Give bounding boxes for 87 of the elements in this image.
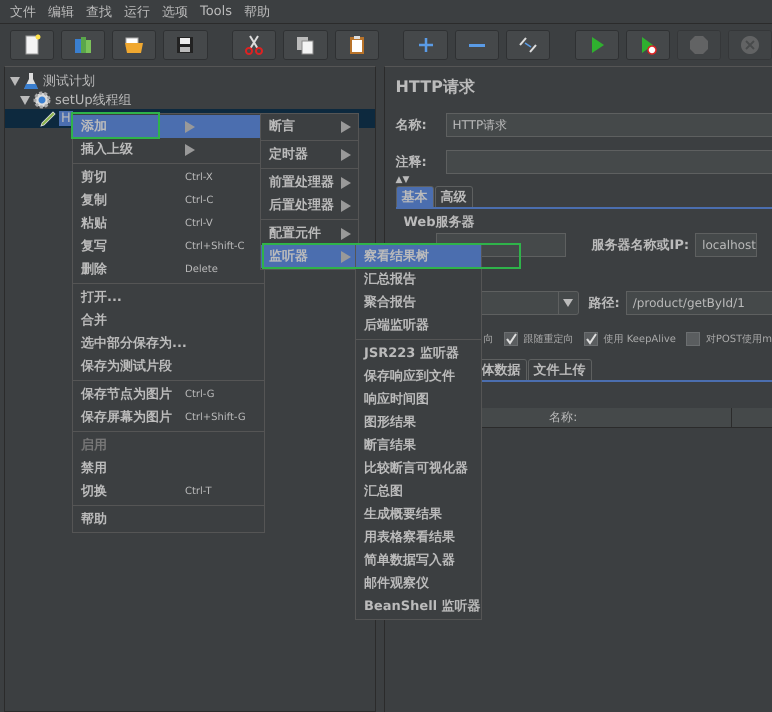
tab[interactable]: 文件上传 [528, 359, 592, 380]
collapse-toggle[interactable]: ▲▼ [396, 174, 772, 186]
menu-item[interactable]: 汇总报告 [356, 268, 481, 291]
menu-item[interactable]: 后端监听器 [356, 314, 481, 337]
menu-item[interactable]: 汇总图 [356, 480, 481, 503]
server-field[interactable]: localhost [695, 233, 758, 257]
scissors-icon [243, 34, 266, 56]
menu-item[interactable]: 配置元件 [261, 222, 358, 245]
expand-arrow-icon[interactable] [9, 74, 21, 86]
stop-sign-icon [688, 34, 710, 56]
menu-item[interactable]: 响应时间图 [356, 388, 481, 411]
menu-item[interactable]: 剪切 Ctrl-X [73, 166, 264, 189]
toolbar-button[interactable] [232, 30, 276, 60]
checkbox[interactable]: 对POST使用m [686, 332, 772, 346]
toolbar-button[interactable] [61, 30, 106, 60]
submenu-arrow-icon [341, 228, 351, 240]
menu-item[interactable]: 后置处理器 [261, 194, 358, 217]
caret-down-icon [563, 299, 574, 307]
menu-item[interactable]: BeanShell 监听器 [356, 595, 481, 618]
submenu-arrow-icon [185, 120, 195, 132]
menu-item[interactable]: 简单数据写入器 [356, 549, 481, 572]
menu-item[interactable]: 合并 [73, 309, 264, 332]
submenu-arrow-icon [341, 250, 351, 262]
menu-item[interactable]: 删除 Delete [73, 258, 264, 281]
menu-item[interactable]: 聚合报告 [356, 291, 481, 314]
tree-node-label[interactable]: setUp线程组 [53, 90, 134, 108]
submenu-arrow-icon [341, 148, 351, 160]
menu-item[interactable]: 打开... [73, 286, 264, 309]
menu-item[interactable]: 复制 Ctrl-C [73, 189, 264, 212]
menu-item[interactable]: 定时器 [261, 143, 358, 166]
expand-arrow-icon[interactable] [19, 94, 31, 106]
name-field[interactable]: HTTP请求 [446, 113, 772, 137]
toolbar-button[interactable] [112, 30, 156, 60]
copy-icon [294, 34, 316, 56]
menu-item[interactable]: 保存为测试片段 [73, 355, 264, 378]
minus-icon [468, 44, 485, 46]
tab[interactable]: 高级 [434, 186, 473, 207]
group-legend: Web服务器 [404, 213, 772, 229]
menu-item[interactable]: 粘贴 Ctrl-V [73, 212, 264, 235]
toolbar-button[interactable] [334, 30, 379, 60]
menu-title[interactable]: 编辑 [42, 2, 80, 20]
menu-item[interactable]: 保存屏幕为图片 Ctrl+Shift-G [73, 406, 264, 429]
menu-item[interactable]: 比较断言可视化器 [356, 457, 481, 480]
comment-field[interactable] [446, 150, 772, 174]
close-icon [739, 34, 762, 56]
field-label: 服务器名称或IP: [592, 237, 690, 254]
flask-icon [23, 72, 39, 90]
toolbar-button[interactable] [163, 30, 208, 60]
toolbar-button[interactable] [10, 30, 54, 60]
submenu-arrow-icon [185, 144, 195, 156]
tree-node-label[interactable]: 测试计划 [41, 72, 97, 90]
menu-item[interactable]: 禁用 [73, 457, 264, 480]
submenu-arrow-icon [341, 200, 351, 212]
path-field[interactable]: /product/getById/1 [626, 291, 772, 315]
submenu-arrow-icon [341, 120, 351, 132]
menu-item[interactable]: 生成概要结果 [356, 503, 481, 526]
field-label: 路径: [588, 295, 620, 312]
option-label: 向 [484, 333, 494, 346]
menu-title[interactable]: 查找 [80, 2, 118, 20]
toolbar-button[interactable] [283, 30, 328, 60]
menu-item[interactable]: 保存节点为图片 Ctrl-G [73, 383, 264, 406]
menu-title[interactable]: 选项 [156, 2, 194, 20]
menu-item[interactable]: 用表格察看结果 [356, 526, 481, 549]
field-label: 注释: [396, 154, 428, 171]
pencil-icon [39, 110, 57, 128]
menu-item[interactable]: 邮件观察仪 [356, 572, 481, 595]
menu-item[interactable]: 断言 [261, 115, 358, 138]
menu-item[interactable]: 断言结果 [356, 434, 481, 457]
checkbox[interactable]: 使用 KeepAlive [584, 332, 676, 346]
menu-item[interactable]: 选中部分保存为... [73, 332, 264, 355]
panel-title: HTTP请求 [396, 77, 476, 98]
field-label: 名称: [396, 117, 428, 134]
menu-title[interactable]: 运行 [118, 2, 156, 20]
menu-item: 启用 [80, 436, 108, 455]
menu-item[interactable]: 前置处理器 [261, 171, 358, 194]
menu-item[interactable]: 复写 Ctrl+Shift-C [73, 235, 264, 258]
gear-icon [33, 90, 51, 108]
toolbar-button[interactable] [626, 30, 670, 60]
checkbox[interactable]: 跟随重定向 [504, 332, 574, 346]
menu-title[interactable]: 帮助 [238, 2, 276, 20]
toolbar-button[interactable] [506, 30, 550, 60]
menu-item[interactable]: 帮助 [73, 508, 264, 531]
menu-title[interactable]: Tools [194, 4, 238, 19]
menu-title[interactable]: 文件 [4, 2, 42, 20]
submenu-arrow-icon [341, 176, 351, 188]
menu-item[interactable]: 切换 Ctrl-T [73, 480, 264, 503]
menu-item[interactable]: 插入上级 [73, 138, 264, 161]
